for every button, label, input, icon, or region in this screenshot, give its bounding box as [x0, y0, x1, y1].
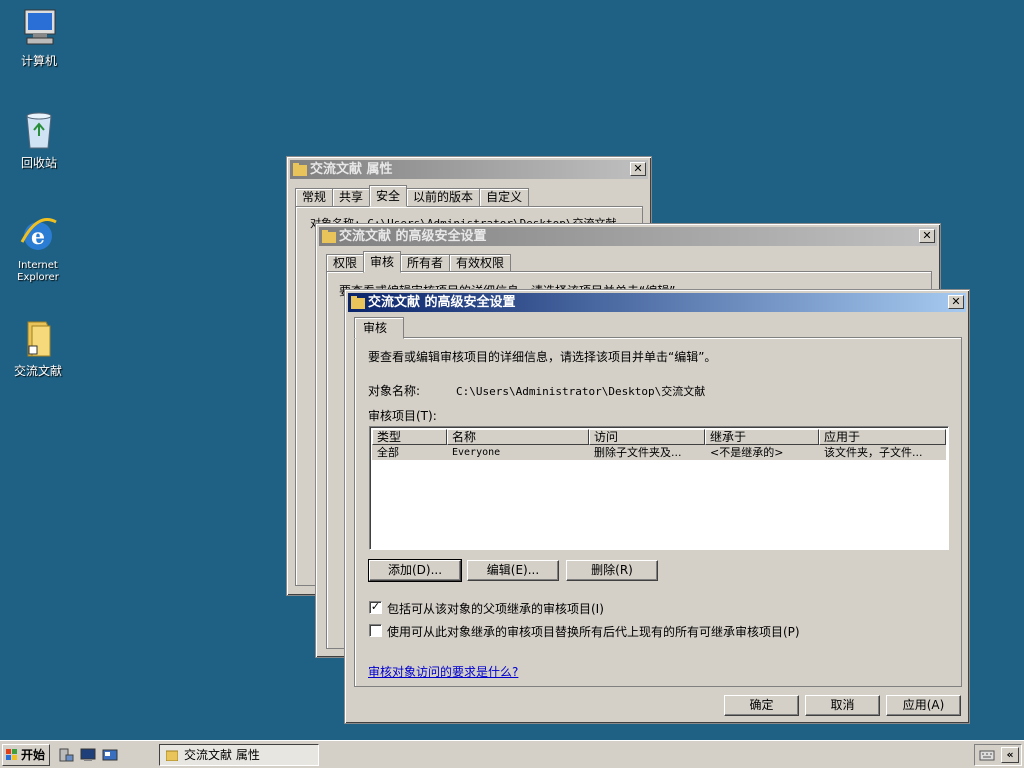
cancel-button[interactable]: 取消	[805, 695, 880, 716]
advanced-tabs: 权限 审核 所有者 有效权限	[326, 251, 512, 273]
remove-button[interactable]: 删除(R)	[566, 560, 658, 581]
desktop-icon-label: 回收站	[20, 156, 57, 170]
cell-access: 删除子文件夹及...	[594, 446, 682, 459]
desktop-icon-label: 计算机	[20, 54, 57, 68]
folder-icon	[351, 296, 365, 309]
object-name-value: C:\Users\Administrator\Desktop\交流文献	[456, 385, 706, 398]
folder-icon	[166, 750, 178, 761]
recycle-bin-icon	[26, 112, 52, 149]
replace-checkbox-label[interactable]: 使用可从此对象继承的审核项目替换所有后代上现有的所有可继承审核项目(P)	[387, 623, 800, 640]
help-link[interactable]: 审核对象访问的要求是什么?	[368, 663, 518, 680]
column-name[interactable]: 名称	[447, 429, 589, 445]
dialog-titlebar[interactable]: 交流文献 的高级安全设置 ✕	[348, 293, 966, 312]
start-label: 开始	[21, 748, 46, 762]
desktop-icon-label: Internet Explorer	[17, 260, 59, 283]
desktop-icon-recycle-bin[interactable]: 回收站	[3, 108, 75, 170]
taskbar: 开始 交流文献 属性 «	[0, 740, 1024, 768]
advanced-titlebar[interactable]: 交流文献 的高级安全设置 ✕	[319, 227, 937, 246]
cell-inherited-from: <不是继承的>	[710, 446, 784, 459]
apply-button[interactable]: 应用(A)	[886, 695, 961, 716]
inherit-checkbox-label[interactable]: 包括可从该对象的父项继承的审核项目(I)	[387, 600, 604, 617]
windows-logo-icon	[6, 749, 17, 760]
desktop-icon-computer[interactable]: 计算机	[3, 6, 75, 68]
list-header: 类型 名称 访问 继承于 应用于	[372, 429, 946, 445]
cell-name: Everyone	[452, 447, 501, 458]
cell-type: 全部	[377, 446, 399, 459]
start-button[interactable]: 开始	[2, 744, 50, 766]
folder-icon	[293, 163, 307, 176]
server-manager-icon[interactable]	[58, 747, 74, 763]
taskbar-item-properties[interactable]: 交流文献 属性	[159, 744, 319, 766]
add-button[interactable]: 添加(D)...	[368, 559, 462, 582]
show-desktop-icon[interactable]	[102, 747, 118, 763]
table-row[interactable]: 全部 Everyone 删除子文件夹及... <不是继承的> 该文件夹，子文件.…	[372, 445, 946, 460]
system-tray: «	[974, 744, 1022, 766]
cell-applies-to: 该文件夹，子文件...	[824, 446, 923, 459]
window-title: 交流文献 属性	[310, 162, 393, 177]
tab-security[interactable]: 安全	[369, 185, 408, 207]
column-access[interactable]: 访问	[589, 429, 705, 445]
properties-titlebar[interactable]: 交流文献 属性 ✕	[290, 160, 648, 179]
properties-tabs: 常规 共享 安全 以前的版本 自定义	[295, 185, 530, 207]
tab-sharing[interactable]: 共享	[332, 188, 371, 207]
taskbar-item-label: 交流文献 属性	[184, 748, 260, 762]
folder-icon	[322, 230, 336, 243]
auditing-panel: 要查看或编辑审核项目的详细信息，请选择该项目并单击“编辑”。 对象名称: C:\…	[354, 337, 962, 687]
close-button[interactable]: ✕	[948, 295, 964, 309]
tab-general[interactable]: 常规	[295, 188, 334, 207]
internet-explorer-icon: e	[20, 218, 57, 250]
desktop-icon-folder[interactable]: 交流文献	[2, 316, 74, 378]
show-hidden-icons-button[interactable]: «	[1001, 747, 1019, 763]
advanced-security-dialog: 交流文献 的高级安全设置 ✕ 审核 要查看或编辑审核项目的详细信息，请选择该项目…	[344, 289, 970, 724]
tab-previous-versions[interactable]: 以前的版本	[406, 188, 481, 207]
tab-auditing[interactable]: 审核	[363, 251, 402, 273]
desktop-icon-label: 交流文献	[13, 364, 62, 378]
close-button[interactable]: ✕	[630, 162, 646, 176]
computer-icon	[24, 9, 56, 45]
keyboard-icon[interactable]	[979, 748, 995, 762]
inherit-checkbox[interactable]: ✓	[369, 601, 382, 614]
desktop-icon-internet-explorer[interactable]: e Internet Explorer	[2, 212, 74, 284]
audit-entries-label: 审核项目(T):	[368, 409, 437, 423]
replace-checkbox[interactable]	[369, 624, 382, 637]
tab-auditing[interactable]: 审核	[354, 317, 405, 339]
instruction-text: 要查看或编辑审核项目的详细信息，请选择该项目并单击“编辑”。	[368, 350, 717, 364]
tab-customize[interactable]: 自定义	[479, 188, 530, 207]
folder-icon	[27, 321, 51, 357]
column-type[interactable]: 类型	[372, 429, 447, 445]
window-title: 交流文献 的高级安全设置	[339, 229, 487, 244]
object-name-label: 对象名称:	[368, 384, 421, 398]
column-inherited-from[interactable]: 继承于	[705, 429, 819, 445]
column-applies-to[interactable]: 应用于	[819, 429, 946, 445]
audit-entries-list[interactable]: 类型 名称 访问 继承于 应用于 全部 Everyone 删除子文件夹及... …	[369, 426, 949, 550]
edit-button[interactable]: 编辑(E)...	[467, 560, 559, 581]
ok-button[interactable]: 确定	[724, 695, 799, 716]
powershell-icon[interactable]	[80, 747, 96, 763]
window-title: 交流文献 的高级安全设置	[368, 295, 516, 310]
dialog-tabs: 审核	[354, 317, 405, 339]
close-button[interactable]: ✕	[919, 229, 935, 243]
